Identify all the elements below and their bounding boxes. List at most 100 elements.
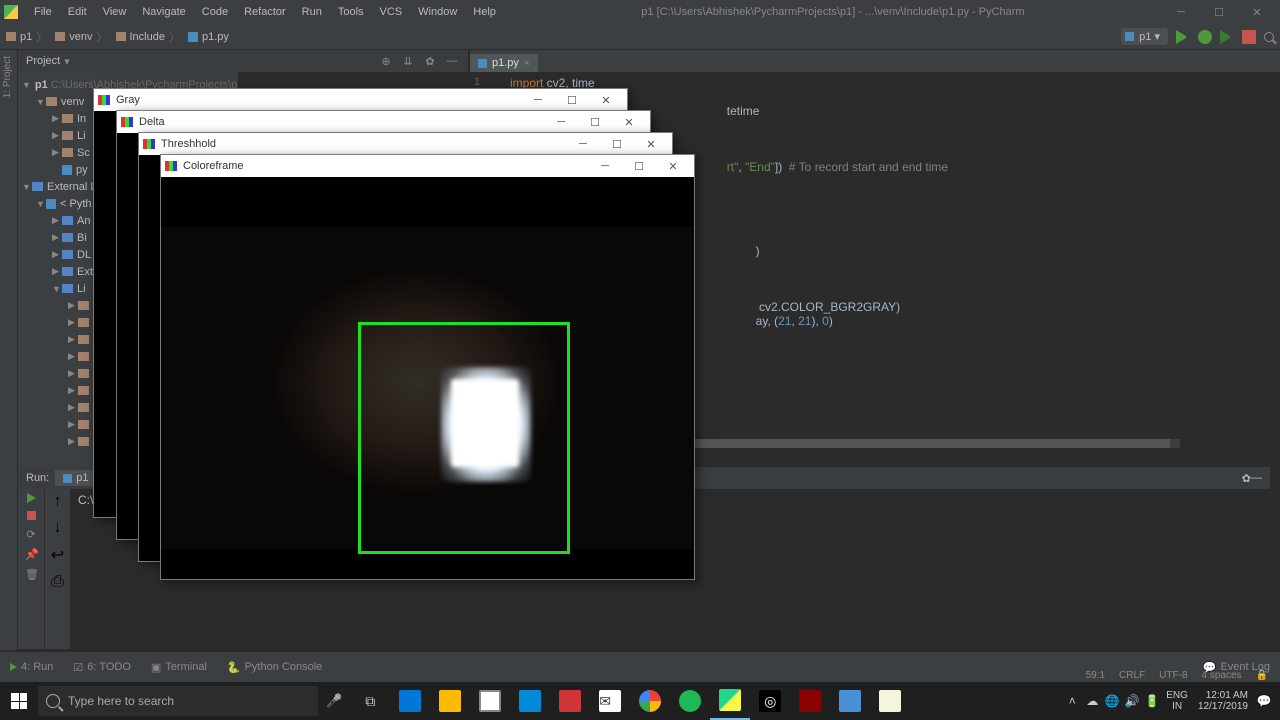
folder-icon (62, 148, 73, 157)
gear-icon[interactable]: ✿ (1242, 472, 1251, 485)
tray-onedrive-icon[interactable]: ☁ (1082, 694, 1102, 708)
run-play-icon[interactable] (1176, 30, 1190, 44)
menu-vcs[interactable]: VCS (372, 4, 411, 20)
folder-icon (78, 335, 89, 344)
minimize-button[interactable]: ─ (588, 160, 622, 172)
taskbar-app[interactable] (510, 682, 550, 720)
taskbar-app[interactable] (630, 682, 670, 720)
minimize-button[interactable]: ─ (566, 138, 600, 150)
terminal-tool-tab[interactable]: ▣ Terminal (141, 658, 217, 677)
close-button[interactable]: ✕ (1238, 6, 1276, 19)
taskbar-app-pycharm[interactable] (710, 682, 750, 720)
maximize-button[interactable]: ☐ (600, 138, 634, 151)
project-tool-button[interactable]: 1: Project (0, 50, 15, 104)
taskbar-app[interactable] (390, 682, 430, 720)
taskbar-app[interactable] (830, 682, 870, 720)
trash-icon[interactable]: 🗑 (25, 568, 37, 580)
hide-icon[interactable]: — (444, 55, 460, 67)
up-icon[interactable]: ↑ (54, 493, 62, 511)
start-button[interactable] (0, 682, 38, 720)
chevron-down-icon[interactable]: ▾ (64, 55, 70, 68)
folder-icon (78, 386, 89, 395)
run-tab[interactable]: p1 (55, 470, 96, 486)
opencv-icon (165, 161, 177, 171)
pin-icon[interactable]: 📌 (25, 548, 37, 560)
close-button[interactable]: ✕ (612, 116, 646, 129)
tray-chevron-icon[interactable]: ˄ (1062, 694, 1082, 708)
taskbar-app[interactable] (870, 682, 910, 720)
menu-code[interactable]: Code (194, 4, 236, 20)
menu-window[interactable]: Window (410, 4, 465, 20)
taskbar-app[interactable]: ◎ (750, 682, 790, 720)
taskbar-app[interactable] (550, 682, 590, 720)
taskbar-app[interactable] (670, 682, 710, 720)
restart-icon[interactable]: ⟳ (25, 528, 37, 540)
mic-icon[interactable]: 🎤 (326, 693, 342, 709)
folder-icon (78, 352, 89, 361)
breadcrumb-item[interactable]: Include〉 (116, 29, 184, 45)
lock-icon[interactable]: 🔒 (1256, 670, 1268, 681)
breadcrumb-item[interactable]: p1.py (188, 31, 229, 43)
menu-run[interactable]: Run (294, 4, 330, 20)
menu-help[interactable]: Help (465, 4, 504, 20)
print-icon[interactable]: ⎙ (51, 573, 64, 591)
task-view-button[interactable]: ⧉ (350, 682, 390, 720)
maximize-button[interactable]: ☐ (1200, 6, 1238, 19)
taskbar-app[interactable] (470, 682, 510, 720)
run-coverage-icon[interactable] (1220, 30, 1234, 44)
taskbar-app[interactable] (430, 682, 470, 720)
todo-tool-tab[interactable]: ☑ 6: TODO (63, 658, 140, 677)
down-icon[interactable]: ↓ (54, 519, 62, 537)
breadcrumb-item[interactable]: p1〉 (6, 29, 51, 45)
tray-battery-icon[interactable]: 🔋 (1142, 694, 1162, 708)
menu-tools[interactable]: Tools (330, 4, 372, 20)
close-button[interactable]: ✕ (589, 94, 623, 107)
rerun-icon[interactable] (27, 493, 36, 503)
menu-file[interactable]: File (26, 4, 60, 20)
stop-icon[interactable] (27, 511, 36, 520)
folder-icon (62, 131, 73, 140)
menu-refactor[interactable]: Refactor (236, 4, 294, 20)
breadcrumb-item[interactable]: venv〉 (55, 29, 111, 45)
menu-navigate[interactable]: Navigate (134, 4, 193, 20)
locate-icon[interactable]: ⊕ (378, 55, 394, 68)
maximize-button[interactable]: ☐ (555, 94, 589, 107)
wrap-icon[interactable]: ↩ (51, 545, 64, 565)
folder-icon (62, 114, 73, 123)
tray-notifications-icon[interactable]: 💬 (1254, 694, 1274, 708)
debug-icon[interactable] (1198, 30, 1212, 44)
left-gutter: 1: Project (0, 50, 18, 650)
folder-icon (116, 32, 126, 41)
collapse-icon[interactable]: ⇊ (400, 55, 416, 68)
minimize-button[interactable]: ─ (544, 116, 578, 128)
encoding[interactable]: UTF-8 (1159, 670, 1187, 681)
window-title: p1 [C:\Users\Abhishek\PycharmProjects\p1… (504, 6, 1162, 18)
close-tab-icon[interactable]: × (524, 58, 530, 69)
taskbar-app[interactable]: ✉ (590, 682, 630, 720)
python-console-tab[interactable]: 🐍 Python Console (217, 658, 332, 677)
stop-icon[interactable] (1242, 30, 1256, 44)
maximize-button[interactable]: ☐ (622, 160, 656, 173)
line-ending[interactable]: CRLF (1119, 670, 1145, 681)
indent[interactable]: 4 spaces (1202, 670, 1242, 681)
maximize-button[interactable]: ☐ (578, 116, 612, 129)
taskbar-search[interactable]: Type here to search (38, 686, 318, 716)
gear-icon[interactable]: ✿ (422, 55, 438, 68)
cv-window-colorframe[interactable]: Coloreframe─☐✕ (160, 154, 695, 580)
run-config-selector[interactable]: p1 ▾ (1121, 28, 1168, 45)
tray-volume-icon[interactable]: 🔊 (1122, 694, 1142, 708)
taskbar-app[interactable] (790, 682, 830, 720)
close-button[interactable]: ✕ (656, 160, 690, 173)
tray-language[interactable]: ENGIN (1166, 690, 1188, 712)
minimize-button[interactable]: ─ (521, 94, 555, 106)
minimize-button[interactable]: ─ (1162, 6, 1200, 18)
menu-edit[interactable]: Edit (60, 4, 95, 20)
editor-tab[interactable]: p1.py× (470, 54, 538, 72)
tray-network-icon[interactable]: 🌐 (1102, 694, 1122, 708)
run-tool-tab[interactable]: 4: Run (0, 658, 63, 676)
tray-clock[interactable]: 12:01 AM12/17/2019 (1198, 690, 1248, 712)
search-icon[interactable] (1264, 32, 1274, 42)
hide-icon[interactable]: — (1251, 472, 1262, 484)
menu-view[interactable]: View (95, 4, 135, 20)
close-button[interactable]: ✕ (634, 138, 668, 151)
